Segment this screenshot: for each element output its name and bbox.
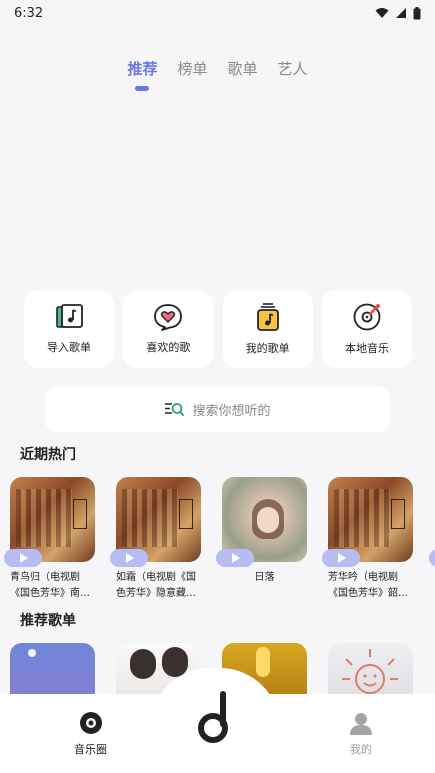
nav-mine-label: 我的 bbox=[350, 742, 372, 756]
recent-hot-list: 青鸟归（电视剧《国色芳华》南… 如霜（电视剧《国色芳华》隐意藏… 日落 芳华吟（… bbox=[4, 477, 413, 602]
my-playlist-icon bbox=[256, 303, 279, 331]
my-playlists-button[interactable]: 我的歌单 bbox=[222, 290, 313, 368]
record-icon bbox=[79, 711, 102, 734]
import-playlist-button[interactable]: 导入歌单 bbox=[24, 290, 114, 368]
wifi-icon bbox=[375, 8, 389, 18]
song-card[interactable]: 如霜（电视剧《国色芳华》隐意藏… bbox=[110, 477, 201, 602]
battery-icon bbox=[413, 6, 421, 19]
song-title: 芳华吟（电视剧《国色芳华》韶… bbox=[328, 572, 408, 599]
song-card[interactable]: 日落 bbox=[216, 477, 307, 602]
song-title: 青鸟归（电视剧《国色芳华》南… bbox=[10, 572, 90, 599]
app-logo-icon[interactable] bbox=[193, 690, 239, 746]
play-icon[interactable] bbox=[110, 549, 148, 567]
search-icon bbox=[165, 403, 185, 416]
my-playlists-label: 我的歌单 bbox=[245, 342, 290, 355]
quick-actions: 导入歌单 喜欢的歌 我的歌单 本地音乐 bbox=[24, 290, 412, 368]
status-icons bbox=[375, 6, 421, 20]
heart-chat-icon bbox=[154, 304, 183, 331]
import-playlist-icon bbox=[56, 304, 83, 328]
tab-recommend[interactable]: 推荐 bbox=[127, 58, 157, 91]
tab-playlists[interactable]: 歌单 bbox=[228, 58, 258, 91]
top-tabs: 推荐 榜单 歌单 艺人 bbox=[0, 58, 435, 91]
status-bar: 6:32 bbox=[0, 0, 435, 26]
local-music-label: 本地音乐 bbox=[344, 342, 389, 355]
nav-mine[interactable]: 我的 bbox=[349, 711, 373, 757]
tab-charts[interactable]: 榜单 bbox=[177, 58, 207, 91]
liked-songs-label: 喜欢的歌 bbox=[146, 341, 191, 354]
local-music-icon bbox=[353, 303, 381, 331]
play-icon[interactable] bbox=[322, 549, 360, 567]
nav-music-circle[interactable]: 音乐圈 bbox=[74, 711, 107, 757]
local-music-button[interactable]: 本地音乐 bbox=[321, 290, 412, 368]
status-time: 6:32 bbox=[14, 5, 44, 21]
song-title: 如霜（电视剧《国色芳华》隐意藏… bbox=[116, 572, 196, 599]
song-card[interactable]: 青鸟归（电视剧《国色芳华》南… bbox=[4, 477, 95, 602]
cell-signal-icon bbox=[396, 8, 406, 18]
tab-artists[interactable]: 艺人 bbox=[278, 58, 308, 91]
play-icon[interactable] bbox=[429, 549, 435, 567]
song-card[interactable]: 芳华吟（电视剧《国色芳华》韶… bbox=[322, 477, 413, 602]
profile-icon bbox=[350, 712, 372, 735]
recommended-title: 推荐歌单 bbox=[20, 613, 76, 629]
search-box[interactable]: 搜索你想听的 bbox=[45, 386, 390, 432]
song-title: 日落 bbox=[254, 572, 275, 583]
search-placeholder: 搜索你想听的 bbox=[192, 403, 271, 419]
import-playlist-label: 导入歌单 bbox=[47, 341, 91, 354]
nav-music-circle-label: 音乐圈 bbox=[74, 742, 107, 756]
recent-hot-title: 近期热门 bbox=[20, 447, 76, 463]
liked-songs-button[interactable]: 喜欢的歌 bbox=[123, 290, 214, 368]
play-icon[interactable] bbox=[4, 549, 42, 567]
play-icon[interactable] bbox=[216, 549, 254, 567]
